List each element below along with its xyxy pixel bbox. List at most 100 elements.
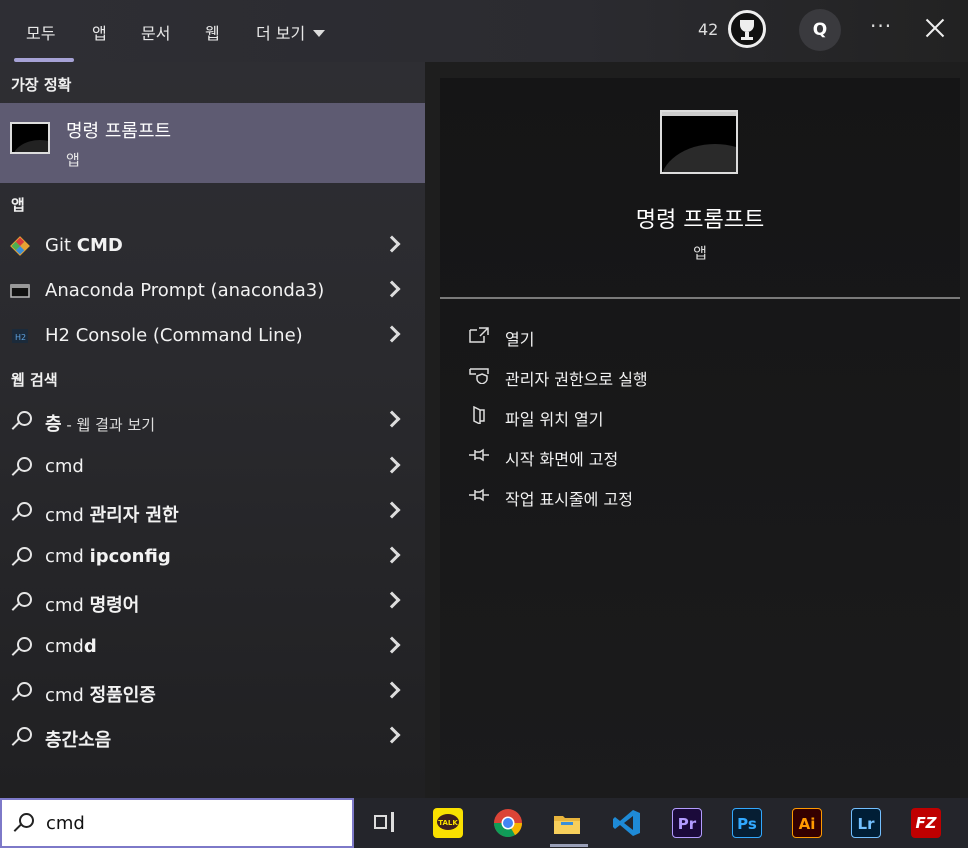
best-match-subtitle: 앱 xyxy=(66,151,80,169)
action-label: 열기 xyxy=(505,330,535,349)
web-result-label: cmd 관리자 권한 xyxy=(45,505,179,526)
action-pin-to-taskbar[interactable]: 작업 표시줄에 고정 xyxy=(468,484,928,514)
chevron-down-icon xyxy=(313,30,326,37)
search-box[interactable] xyxy=(0,798,354,848)
chevron-right-icon[interactable] xyxy=(383,410,401,428)
file-explorer-icon[interactable] xyxy=(552,808,582,838)
search-icon xyxy=(9,547,33,571)
vscode-icon[interactable] xyxy=(612,808,642,838)
filezilla-icon[interactable]: FZ xyxy=(911,808,941,838)
git-icon xyxy=(10,236,30,256)
search-scope-bar: 모두 앱 문서 웹 더 보기 42 Q ··· xyxy=(0,0,968,62)
close-icon[interactable] xyxy=(924,17,946,39)
web-result-label: 층간소음 xyxy=(45,730,112,751)
h2-console-icon: H2 xyxy=(12,329,28,343)
trophy-icon[interactable] xyxy=(728,10,766,48)
details-pane: 명령 프롬프트 앱 열기 관리자 권한으로 실행 파일 위치 열기 시작 화면에… xyxy=(440,78,960,798)
chevron-right-icon[interactable] xyxy=(383,280,401,298)
web-result-label: cmd ipconfig xyxy=(45,546,171,567)
chevron-right-icon[interactable] xyxy=(383,501,401,519)
best-match-title: 명령 프롬프트 xyxy=(66,121,172,142)
app-item-label: H2 Console (Command Line) xyxy=(45,325,303,346)
search-icon xyxy=(9,457,33,481)
command-prompt-icon xyxy=(10,122,50,154)
rewards-points: 42 xyxy=(698,20,719,39)
chevron-right-icon[interactable] xyxy=(383,681,401,699)
web-result-item[interactable]: cmd 정품인증 xyxy=(0,670,425,714)
web-result-label: cmdd xyxy=(45,636,97,657)
web-result-item[interactable]: cmd ipconfig xyxy=(0,535,425,579)
tab-web[interactable]: 웹 xyxy=(205,20,220,44)
app-item-anaconda-prompt[interactable]: Anaconda Prompt (anaconda3) xyxy=(0,269,425,313)
best-match-item[interactable]: 명령 프롬프트 앱 xyxy=(0,103,425,183)
action-label: 작업 표시줄에 고정 xyxy=(505,490,633,509)
app-item-git-cmd[interactable]: Git CMD xyxy=(0,224,425,268)
tab-more-label: 더 보기 xyxy=(256,24,306,43)
action-label: 시작 화면에 고정 xyxy=(505,450,619,469)
web-result-label: 층 - 웹 결과 보기 xyxy=(45,414,156,435)
chevron-right-icon[interactable] xyxy=(383,456,401,474)
tab-documents[interactable]: 문서 xyxy=(141,20,170,44)
web-result-label: cmd 정품인증 xyxy=(45,685,156,706)
chevron-right-icon[interactable] xyxy=(383,636,401,654)
folder-icon xyxy=(473,406,485,424)
results-list: 가장 정확 명령 프롬프트 앱 앱 Git CMD Anaconda Promp… xyxy=(0,62,425,798)
search-icon xyxy=(9,682,33,706)
search-icon xyxy=(9,592,33,616)
lightroom-icon[interactable]: Lr xyxy=(851,808,881,838)
action-open-file-location[interactable]: 파일 위치 열기 xyxy=(468,404,928,434)
chevron-right-icon[interactable] xyxy=(383,591,401,609)
tab-all[interactable]: 모두 xyxy=(26,20,55,44)
web-result-item[interactable]: cmd xyxy=(0,445,425,489)
chevron-right-icon[interactable] xyxy=(383,325,401,343)
action-label: 관리자 권한으로 실행 xyxy=(505,370,648,389)
web-result-item[interactable]: 층 - 웹 결과 보기 xyxy=(0,399,425,443)
search-icon xyxy=(12,813,36,837)
search-icon xyxy=(9,727,33,751)
search-input[interactable] xyxy=(46,809,346,837)
web-result-item[interactable]: cmdd xyxy=(0,625,425,669)
action-label: 파일 위치 열기 xyxy=(505,410,604,429)
chevron-right-icon[interactable] xyxy=(383,235,401,253)
svg-text:H2: H2 xyxy=(15,333,26,342)
open-icon xyxy=(469,327,489,343)
taskbar: TALK Pr Ps Ai Lr FZ xyxy=(354,798,968,848)
action-pin-to-start[interactable]: 시작 화면에 고정 xyxy=(468,444,928,474)
section-web-search: 웹 검색 xyxy=(11,371,58,389)
action-run-as-admin[interactable]: 관리자 권한으로 실행 xyxy=(468,364,928,394)
section-apps: 앱 xyxy=(11,196,25,214)
search-icon xyxy=(9,502,33,526)
chevron-right-icon[interactable] xyxy=(383,546,401,564)
action-open[interactable]: 열기 xyxy=(468,324,928,354)
chevron-right-icon[interactable] xyxy=(383,726,401,744)
web-result-item[interactable]: cmd 관리자 권한 xyxy=(0,490,425,534)
tab-apps[interactable]: 앱 xyxy=(92,20,107,44)
more-options-icon[interactable]: ··· xyxy=(870,14,892,38)
section-best-match: 가장 정확 xyxy=(11,76,72,94)
running-indicator xyxy=(550,844,588,847)
web-result-item[interactable]: 층간소음 xyxy=(0,715,425,759)
app-item-h2-console[interactable]: H2 H2 Console (Command Line) xyxy=(0,314,425,358)
pin-icon xyxy=(469,448,489,462)
search-icon xyxy=(9,637,33,661)
pin-icon xyxy=(469,488,489,502)
command-prompt-icon xyxy=(660,110,738,174)
illustrator-icon[interactable]: Ai xyxy=(792,808,822,838)
web-result-item[interactable]: cmd 명령어 xyxy=(0,580,425,624)
web-result-label: cmd 명령어 xyxy=(45,595,140,616)
task-view-icon[interactable] xyxy=(374,812,396,832)
app-item-label: Anaconda Prompt (anaconda3) xyxy=(45,280,325,301)
kakaotalk-icon[interactable]: TALK xyxy=(433,808,463,838)
detail-subtitle: 앱 xyxy=(693,244,707,262)
chrome-icon[interactable] xyxy=(493,808,523,838)
avatar[interactable]: Q xyxy=(799,9,841,51)
divider xyxy=(440,297,960,299)
detail-title: 명령 프롬프트 xyxy=(635,208,765,233)
search-icon xyxy=(9,411,33,435)
photoshop-icon[interactable]: Ps xyxy=(732,808,762,838)
web-result-label: cmd xyxy=(45,456,84,477)
app-item-label: Git CMD xyxy=(45,235,123,256)
premiere-icon[interactable]: Pr xyxy=(672,808,702,838)
shield-icon xyxy=(469,368,489,384)
tab-more[interactable]: 더 보기 xyxy=(256,20,326,44)
